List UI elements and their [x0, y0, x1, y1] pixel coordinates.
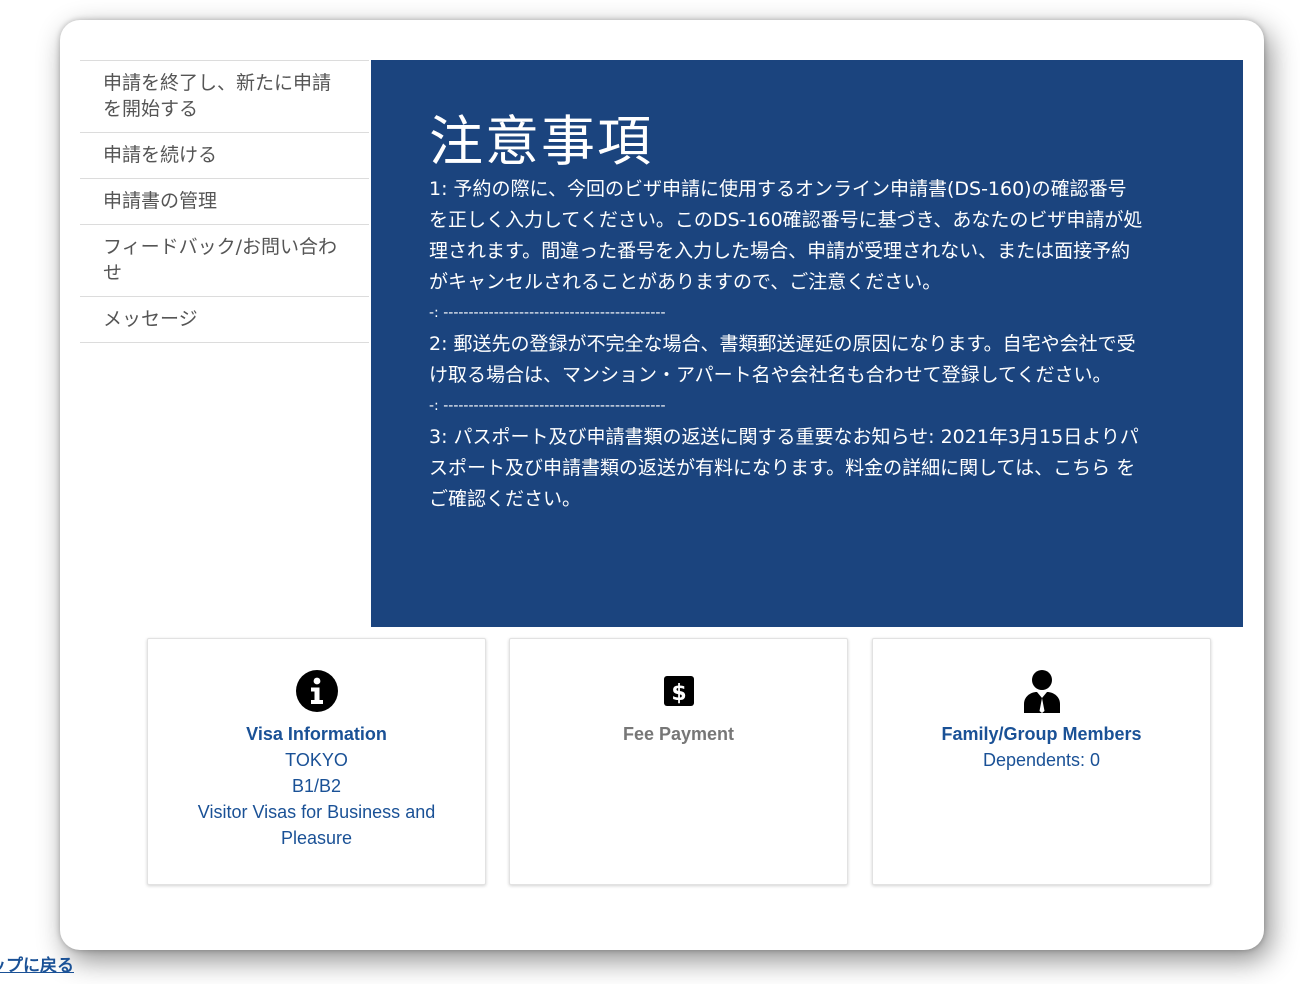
user-tie-icon	[1023, 670, 1060, 713]
visa-location: TOKYO	[285, 750, 348, 770]
nav-messages[interactable]: メッセージ	[80, 297, 369, 343]
notice-item-2: 2: 郵送先の登録が不完全な場合、書類郵送遅延の原因になります。自宅や会社で受け…	[429, 333, 1136, 386]
visa-information-card[interactable]: Visa Information TOKYO B1/B2 Visitor Vis…	[147, 638, 486, 885]
notice-separator: -: -------------------------------------…	[429, 305, 666, 321]
family-group-title[interactable]: Family/Group Members	[873, 721, 1210, 747]
notice-separator: -: -------------------------------------…	[429, 398, 666, 414]
main-window: 申請を終了し、新たに申請を開始する 申請を続ける 申請書の管理 フィードバック/…	[60, 20, 1264, 950]
info-circle-icon	[295, 670, 338, 712]
notice-panel: 注意事項 1: 予約の際に、今回のビザ申請に使用するオンライン申請書(DS-16…	[371, 60, 1243, 627]
visa-description: Visitor Visas for Business and Pleasure	[197, 802, 436, 848]
fee-payment-title[interactable]: Fee Payment	[510, 721, 847, 747]
fee-payment-card[interactable]: $ Fee Payment	[509, 638, 848, 885]
family-group-card[interactable]: Family/Group Members Dependents: 0	[872, 638, 1211, 885]
visa-information-title[interactable]: Visa Information	[148, 721, 485, 747]
nav-manage-applications[interactable]: 申請書の管理	[80, 179, 369, 225]
visa-class: B1/B2	[291, 776, 342, 796]
notice-item-3: 3: パスポート及び申請書類の返送に関する重要なお知らせ: 2021年3月15日…	[429, 426, 1139, 510]
nav-feedback-contact[interactable]: フィードバック/お問い合わせ	[80, 225, 369, 297]
dollar-icon: $	[663, 676, 694, 706]
back-to-top-link[interactable]: トップに戻る	[0, 951, 74, 976]
side-navigation: 申請を終了し、新たに申請を開始する 申請を続ける 申請書の管理 フィードバック/…	[80, 60, 369, 343]
dependents-count: Dependents: 0	[982, 750, 1101, 770]
summary-cards: Visa Information TOKYO B1/B2 Visitor Vis…	[147, 638, 1213, 886]
svg-text:$: $	[671, 681, 686, 706]
notice-title: 注意事項	[429, 110, 653, 173]
nav-continue-application[interactable]: 申請を続ける	[80, 133, 369, 179]
notice-item-1: 1: 予約の際に、今回のビザ申請に使用するオンライン申請書(DS-160)の確認…	[429, 178, 1143, 293]
nav-start-new-application[interactable]: 申請を終了し、新たに申請を開始する	[80, 61, 369, 133]
